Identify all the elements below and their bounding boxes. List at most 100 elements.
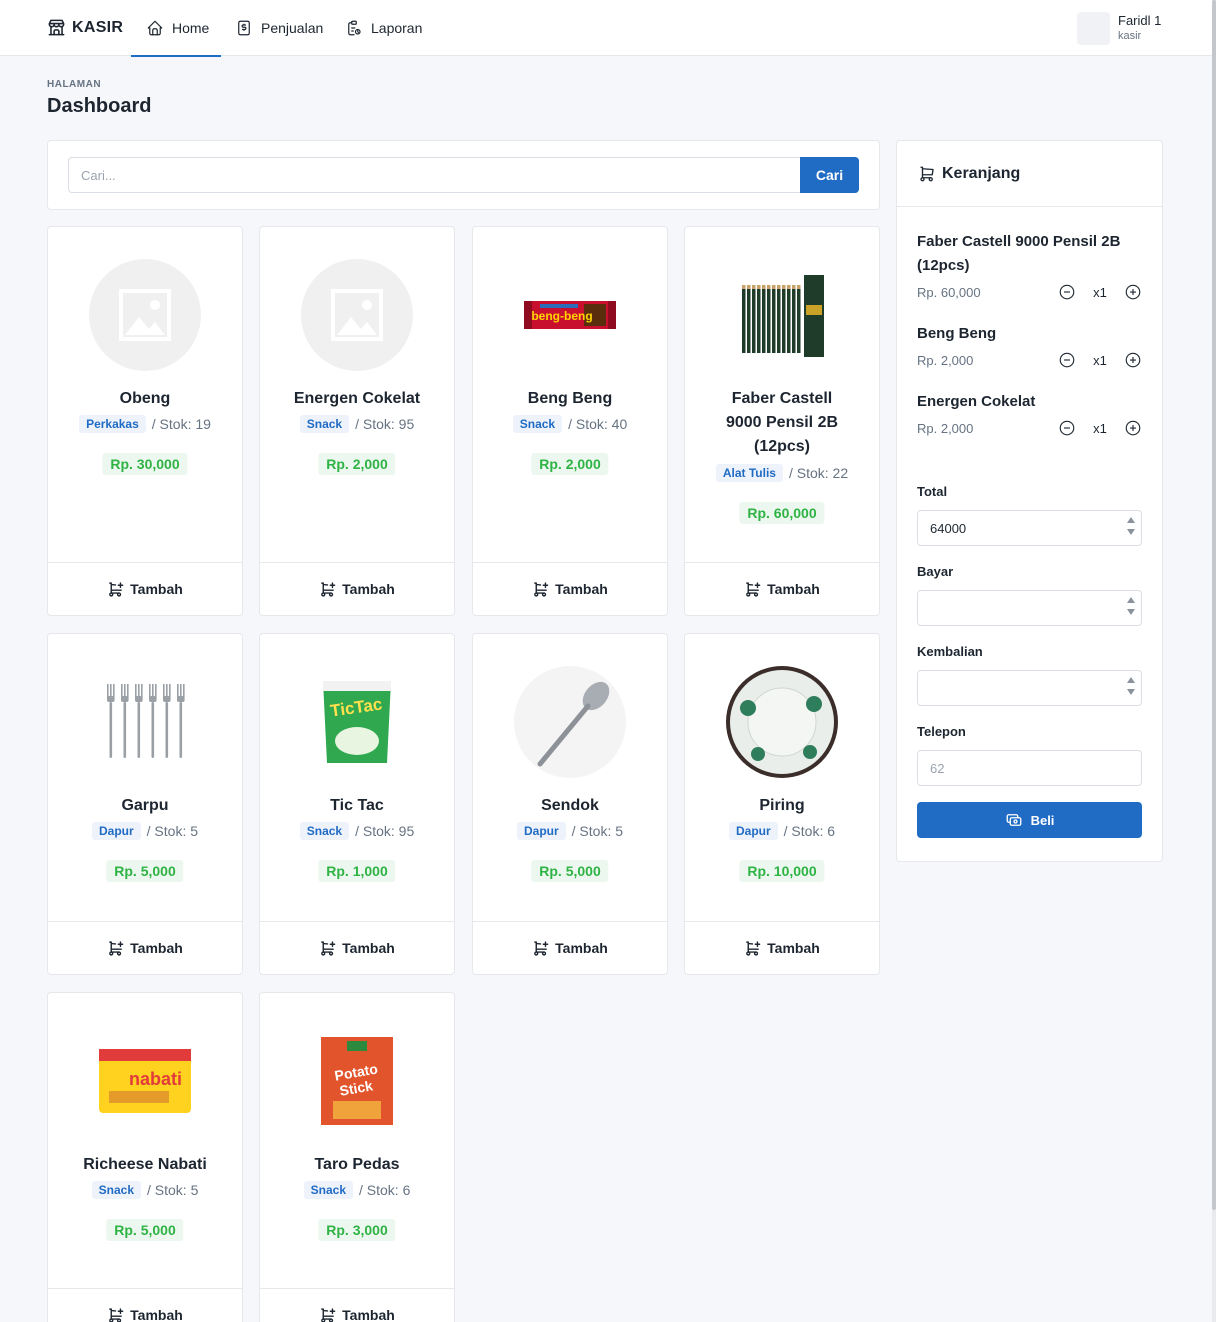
product-card: Potato Stick Taro Pedas Snack / Stok: 6 Rp. 3… bbox=[259, 992, 455, 1322]
beng-beng-product-image: beng-beng bbox=[514, 259, 626, 371]
add-to-cart-button[interactable]: Tambah bbox=[48, 1288, 242, 1322]
product-meta: Dapur / Stok: 5 bbox=[473, 822, 667, 840]
cart-item: Energen Cokelat Rp. 2,000 x1 bbox=[917, 390, 1142, 437]
plate-product-image bbox=[726, 666, 838, 778]
shopping-cart-icon bbox=[920, 166, 934, 181]
add-to-cart-button[interactable]: Tambah bbox=[260, 921, 454, 974]
stock-text: / Stok: 5 bbox=[146, 823, 199, 839]
add-to-cart-button[interactable]: Tambah bbox=[260, 1288, 454, 1322]
product-card: Energen Cokelat Snack / Stok: 95 Rp. 2,000 T… bbox=[259, 226, 455, 616]
nav-laporan-label: Laporan bbox=[371, 20, 423, 36]
stock-text: / Stok: 95 bbox=[355, 416, 415, 432]
number-spinner[interactable] bbox=[1127, 677, 1135, 695]
cart-plus-icon bbox=[321, 940, 336, 956]
home-icon bbox=[147, 20, 163, 36]
add-to-cart-button[interactable]: Tambah bbox=[48, 562, 242, 615]
svg-text:nabati: nabati bbox=[129, 1069, 182, 1089]
add-to-cart-label: Tambah bbox=[767, 581, 820, 597]
add-to-cart-button[interactable]: Tambah bbox=[685, 562, 879, 615]
cart-item-qty: x1 bbox=[1093, 420, 1107, 436]
telepon-field[interactable]: 62 bbox=[917, 750, 1142, 786]
kembalian-field[interactable] bbox=[917, 670, 1142, 706]
cart-item-name: Faber Castell 9000 Pensil 2B (12pcs) bbox=[917, 233, 1121, 274]
bayar-field[interactable] bbox=[917, 590, 1142, 626]
add-to-cart-button[interactable]: Tambah bbox=[48, 921, 242, 974]
cart-plus-icon bbox=[109, 581, 124, 597]
increase-qty-button[interactable] bbox=[1124, 283, 1142, 301]
category-badge: Snack bbox=[299, 822, 350, 840]
decrease-qty-button[interactable] bbox=[1058, 419, 1076, 437]
receipt-icon bbox=[238, 20, 250, 36]
product-name: Tic Tac bbox=[330, 797, 384, 814]
product-card: nabati Richeese Nabati Snack / Stok: 5 Rp. 5… bbox=[47, 992, 243, 1322]
cart-item-row: Rp. 60,000 x1 bbox=[917, 283, 1142, 301]
minus-circle-icon bbox=[1059, 420, 1075, 436]
nav-penjualan-label: Penjualan bbox=[261, 20, 324, 36]
product-card: Piring Dapur / Stok: 6 Rp. 10,000 Tambah bbox=[684, 633, 880, 975]
add-to-cart-button[interactable]: Tambah bbox=[473, 562, 667, 615]
user-name: Faridl 1 bbox=[1118, 13, 1162, 28]
category-badge: Dapur bbox=[516, 822, 566, 840]
cart-title: Keranjang bbox=[942, 164, 1021, 182]
decrease-qty-button[interactable] bbox=[1058, 351, 1076, 369]
category-badge: Snack bbox=[299, 415, 350, 433]
svg-text:beng-beng: beng-beng bbox=[531, 309, 592, 323]
page-scrollbar[interactable] bbox=[1212, 0, 1216, 1322]
add-to-cart-button[interactable]: Tambah bbox=[685, 921, 879, 974]
product-card: Obeng Perkakas / Stok: 19 Rp. 30,000 Tambah bbox=[47, 226, 243, 616]
price-badge: Rp. 10,000 bbox=[739, 860, 825, 882]
avatar bbox=[1077, 12, 1110, 45]
add-to-cart-label: Tambah bbox=[342, 581, 395, 597]
minus-circle-icon bbox=[1059, 284, 1075, 300]
product-card: beng-beng Beng Beng Snack / Stok: 40 Rp. 2,0… bbox=[472, 226, 668, 616]
number-spinner[interactable] bbox=[1127, 597, 1135, 615]
number-spinner[interactable] bbox=[1127, 517, 1135, 535]
add-to-cart-button[interactable]: Tambah bbox=[260, 562, 454, 615]
cart-item-qty: x1 bbox=[1093, 284, 1107, 300]
product-meta: Dapur / Stok: 5 bbox=[48, 822, 242, 840]
search-input[interactable] bbox=[68, 157, 801, 193]
nav-laporan[interactable]: Laporan bbox=[345, 0, 422, 56]
decrease-qty-button[interactable] bbox=[1058, 283, 1076, 301]
product-meta: Dapur / Stok: 6 bbox=[685, 822, 879, 840]
search-button[interactable]: Cari bbox=[800, 157, 859, 193]
buy-button[interactable]: Beli bbox=[917, 802, 1142, 838]
add-to-cart-label: Tambah bbox=[342, 1307, 395, 1322]
increase-qty-button[interactable] bbox=[1124, 419, 1142, 437]
product-meta: Snack / Stok: 95 bbox=[260, 415, 454, 433]
minus-circle-icon bbox=[1059, 352, 1075, 368]
cart-plus-icon bbox=[109, 940, 124, 956]
tic-tac-product-image: TicTac bbox=[301, 666, 413, 778]
stock-text: / Stok: 6 bbox=[783, 823, 836, 839]
nav-home-label: Home bbox=[172, 20, 210, 36]
stock-text: / Stok: 22 bbox=[788, 465, 849, 481]
increase-qty-button[interactable] bbox=[1124, 351, 1142, 369]
nav-penjualan[interactable]: Penjualan bbox=[235, 0, 323, 56]
add-to-cart-label: Tambah bbox=[342, 940, 395, 956]
telepon-placeholder: 62 bbox=[930, 760, 945, 776]
plus-circle-icon bbox=[1125, 284, 1141, 300]
cart-plus-icon bbox=[534, 940, 549, 956]
category-badge: Snack bbox=[512, 415, 563, 433]
category-badge: Perkakas bbox=[79, 415, 146, 433]
stock-text: / Stok: 6 bbox=[359, 1182, 411, 1198]
nav-home[interactable]: Home bbox=[130, 0, 222, 57]
total-label: Total bbox=[917, 484, 948, 499]
product-name: Faber Castell 9000 Pensil 2B (12pcs) bbox=[725, 390, 839, 455]
cart-header: Keranjang bbox=[897, 141, 1162, 207]
scrollbar-thumb[interactable] bbox=[1212, 0, 1216, 1210]
price-badge: Rp. 60,000 bbox=[739, 502, 825, 524]
brand[interactable]: KASIR bbox=[47, 18, 123, 37]
cart-item: Faber Castell 9000 Pensil 2B (12pcs) Rp. … bbox=[917, 230, 1142, 301]
telepon-label: Telepon bbox=[917, 724, 966, 739]
category-badge: Dapur bbox=[728, 822, 778, 840]
cart-item-row: Rp. 2,000 x1 bbox=[917, 351, 1142, 369]
user-menu[interactable]: Faridl 1 kasir bbox=[1077, 12, 1161, 45]
placeholder-image-icon bbox=[89, 259, 201, 371]
add-to-cart-label: Tambah bbox=[767, 940, 820, 956]
cart-plus-icon bbox=[321, 1307, 336, 1322]
total-field[interactable]: 64000 bbox=[917, 510, 1142, 546]
plus-circle-icon bbox=[1125, 352, 1141, 368]
cart-item-price: Rp. 2,000 bbox=[917, 420, 974, 436]
add-to-cart-button[interactable]: Tambah bbox=[473, 921, 667, 974]
